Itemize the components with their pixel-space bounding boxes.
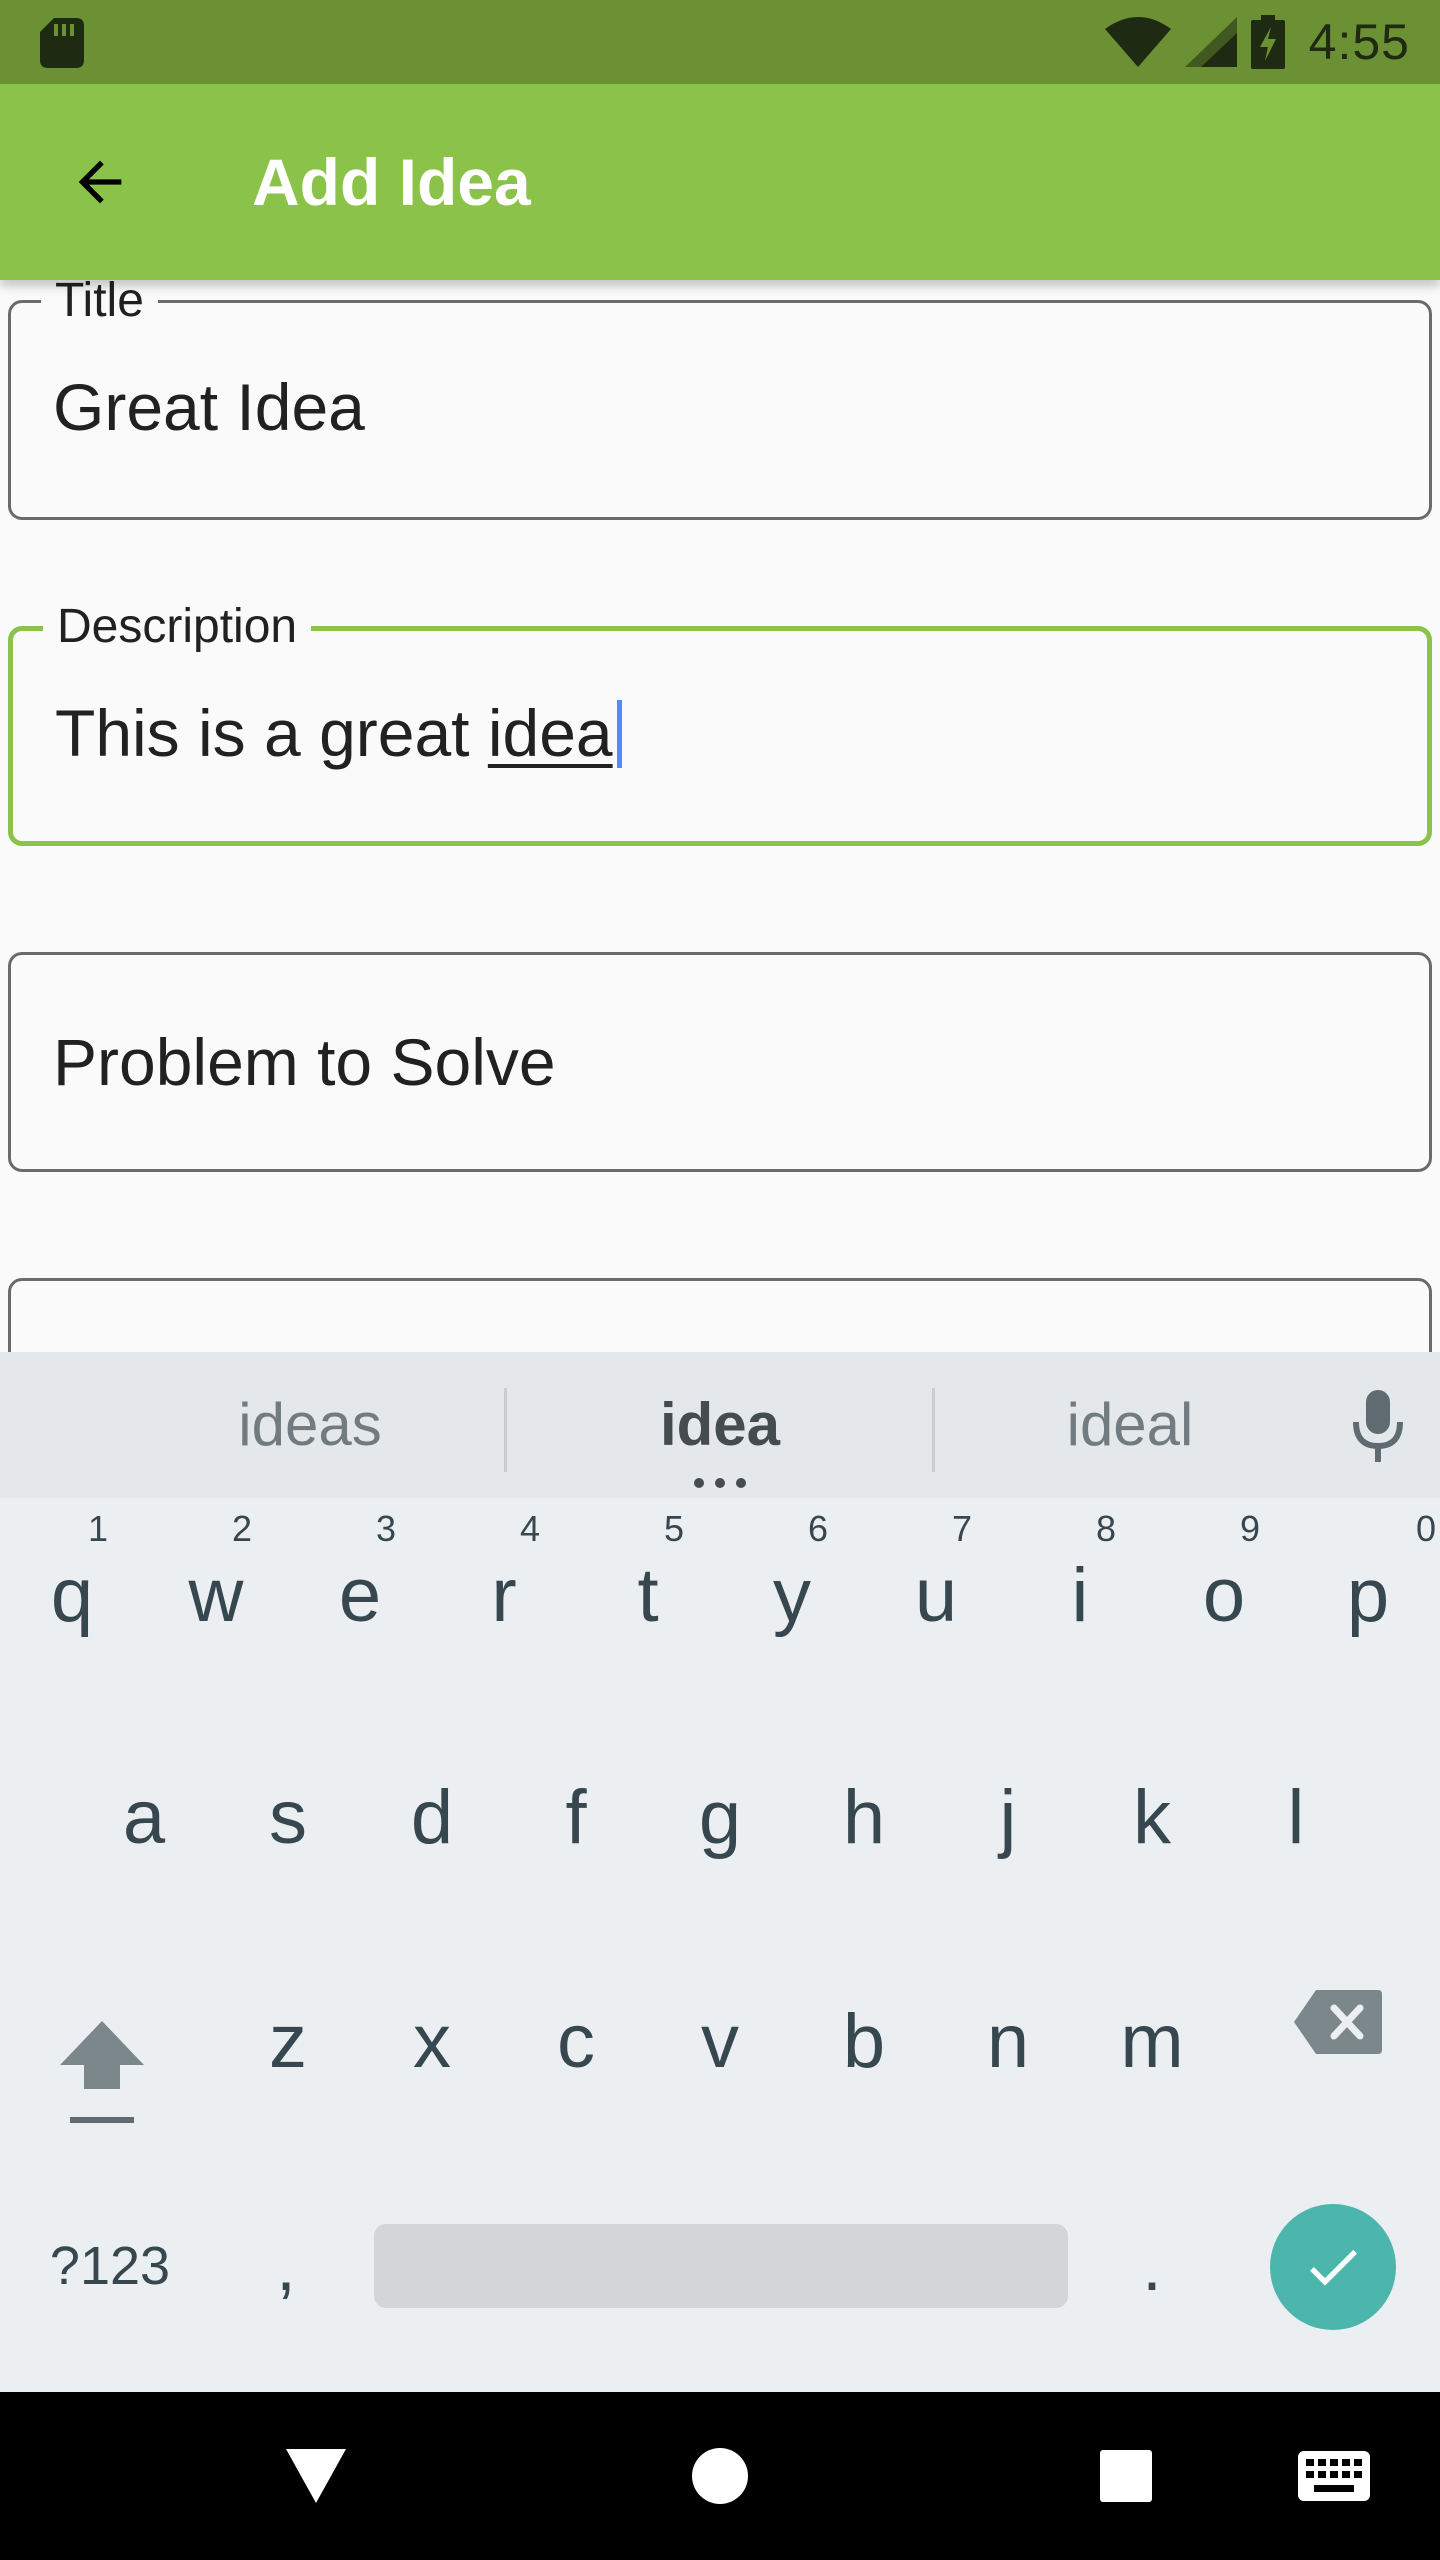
wifi-icon [1104,17,1171,67]
battery-charging-icon [1250,15,1285,69]
key-o[interactable]: 9o [1152,1500,1296,1670]
sd-card-icon [40,18,84,68]
key-p[interactable]: 0p [1296,1500,1440,1670]
key-s[interactable]: s [216,1728,360,1898]
nav-recents-button[interactable] [1076,2426,1176,2526]
suggestion-divider [932,1388,935,1472]
status-bar: 4:55 [0,0,1440,84]
more-suggestions-dots[interactable] [694,1478,746,1488]
key-v[interactable]: v [648,1946,792,2116]
title-field-label: Title [41,280,158,328]
key-t[interactable]: 5t [576,1500,720,1670]
description-text: This is a great [55,696,488,770]
key-x[interactable]: x [360,1946,504,2116]
suggestion-divider [504,1388,507,1472]
comma-key[interactable]: , [226,2204,346,2328]
keyboard-switch-icon [1298,2451,1370,2501]
check-icon [1310,2249,1357,2286]
nav-keyboard-button[interactable] [1284,2426,1384,2526]
symbols-key[interactable]: ?123 [30,2204,190,2328]
arrow-back-icon [78,160,122,204]
key-y[interactable]: 6y [720,1500,864,1670]
description-field[interactable]: Description This is a great idea [8,599,1432,846]
key-c[interactable]: c [504,1946,648,2116]
problem-field-placeholder: Problem to Solve [53,1025,556,1099]
suggestion-right[interactable]: ideal [960,1352,1300,1498]
title-field-value: Great Idea [53,370,365,444]
backspace-key[interactable] [1266,1962,1410,2082]
cell-signal-icon [1184,17,1237,67]
key-g[interactable]: g [648,1728,792,1898]
problem-field[interactable]: Problem to Solve [8,952,1432,1172]
nav-back-button[interactable] [266,2426,366,2526]
title-field[interactable]: Title Great Idea [8,280,1432,520]
shift-key[interactable] [30,1982,174,2152]
key-l[interactable]: l [1224,1728,1368,1898]
key-n[interactable]: n [936,1946,1080,2116]
next-field[interactable] [8,1278,1432,1352]
key-q[interactable]: 1q [0,1500,144,1670]
key-b[interactable]: b [792,1946,936,2116]
key-r[interactable]: 4r [432,1500,576,1670]
app-bar: Add Idea [0,84,1440,280]
nav-home-button[interactable] [670,2426,770,2526]
recents-square-icon [1100,2450,1152,2502]
suggestion-left[interactable]: ideas [140,1352,480,1498]
text-caret [616,700,622,768]
shift-arrow-icon [60,2021,144,2123]
key-e[interactable]: 3e [288,1500,432,1670]
key-d[interactable]: d [360,1728,504,1898]
key-z[interactable]: z [216,1946,360,2116]
spacebar[interactable] [374,2224,1068,2308]
key-u[interactable]: 7u [864,1500,1008,1670]
key-w[interactable]: 2w [144,1500,288,1670]
period-key[interactable]: . [1092,2204,1212,2328]
key-h[interactable]: h [792,1728,936,1898]
key-f[interactable]: f [504,1728,648,1898]
key-k[interactable]: k [1080,1728,1224,1898]
suggestion-center[interactable]: idea [550,1352,890,1498]
key-a[interactable]: a [72,1728,216,1898]
key-j[interactable]: j [936,1728,1080,1898]
description-field-label: Description [43,599,312,654]
key-i[interactable]: 8i [1008,1500,1152,1670]
backspace-icon [1294,1990,1382,2054]
status-time: 4:55 [1308,14,1410,70]
microphone-icon[interactable] [1346,1390,1410,1462]
composing-word: idea [487,696,613,770]
suggestion-bar: ideas idea ideal [0,1352,1440,1498]
keyboard: ideas idea ideal 1q 2w 3e 4r 5t 6y 7u 8i… [0,1352,1440,2392]
home-circle-icon [692,2448,748,2504]
description-field-value: This is a great idea [55,695,622,771]
key-m[interactable]: m [1080,1946,1224,2116]
back-triangle-icon [286,2449,346,2503]
system-nav-bar [0,2392,1440,2560]
back-button[interactable] [48,130,152,234]
page-title: Add Idea [252,145,531,219]
idea-form: Title Great Idea Description This is a g… [0,280,1440,1352]
done-key[interactable] [1270,2204,1396,2330]
